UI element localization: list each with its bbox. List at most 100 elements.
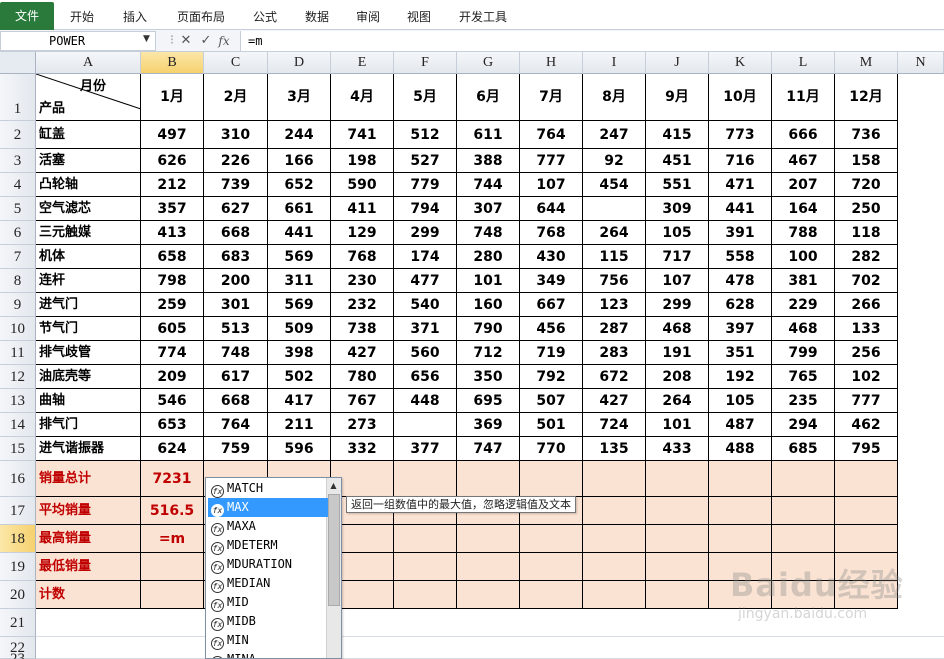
sales-value-cell[interactable]: 605 bbox=[141, 317, 204, 341]
column-header-D[interactable]: D bbox=[268, 52, 331, 74]
autocomplete-item[interactable]: fx MATCH bbox=[208, 479, 328, 498]
sales-value-cell[interactable]: 311 bbox=[268, 269, 331, 293]
sales-value-cell[interactable]: 799 bbox=[772, 341, 835, 365]
sales-value-cell[interactable]: 101 bbox=[457, 269, 520, 293]
sales-value-cell[interactable]: 736 bbox=[835, 121, 898, 149]
sales-value-cell[interactable]: 668 bbox=[204, 221, 268, 245]
tab-3[interactable]: 页面布局 bbox=[168, 0, 234, 30]
summary-empty-cell[interactable] bbox=[835, 525, 898, 553]
column-header-A[interactable]: A bbox=[36, 52, 141, 74]
autocomplete-item[interactable]: fx MIDB bbox=[208, 612, 328, 631]
sales-value-cell[interactable]: 569 bbox=[268, 293, 331, 317]
row-header-20[interactable]: 20 bbox=[0, 581, 36, 609]
sales-value-cell[interactable]: 294 bbox=[772, 413, 835, 437]
summary-label-cell[interactable]: 平均销量 bbox=[36, 497, 141, 525]
sales-value-cell[interactable]: 441 bbox=[709, 197, 772, 221]
sales-value-cell[interactable]: 741 bbox=[331, 121, 394, 149]
sales-value-cell[interactable]: 765 bbox=[772, 365, 835, 389]
tab-7[interactable]: 视图 bbox=[396, 0, 442, 30]
sales-value-cell[interactable]: 273 bbox=[331, 413, 394, 437]
summary-empty-cell[interactable] bbox=[457, 525, 520, 553]
row-header-3[interactable]: 3 bbox=[0, 149, 36, 173]
sales-value-cell[interactable]: 666 bbox=[772, 121, 835, 149]
sales-value-cell[interactable]: 100 bbox=[772, 245, 835, 269]
summary-empty-cell[interactable] bbox=[520, 461, 583, 497]
summary-empty-cell[interactable] bbox=[646, 581, 709, 609]
summary-empty-cell[interactable] bbox=[394, 525, 457, 553]
month-header-cell[interactable]: 11月 bbox=[772, 74, 835, 121]
sales-value-cell[interactable]: 590 bbox=[331, 173, 394, 197]
summary-empty-cell[interactable] bbox=[583, 553, 646, 581]
sales-value-cell[interactable]: 748 bbox=[204, 341, 268, 365]
sales-value-cell[interactable]: 259 bbox=[141, 293, 204, 317]
sales-value-cell[interactable]: 467 bbox=[772, 149, 835, 173]
sales-value-cell[interactable]: 264 bbox=[646, 389, 709, 413]
row-header-19[interactable]: 19 bbox=[0, 553, 36, 581]
sales-value-cell[interactable]: 200 bbox=[204, 269, 268, 293]
insert-function-icon[interactable]: fx bbox=[216, 32, 232, 50]
row-header-6[interactable]: 6 bbox=[0, 221, 36, 245]
sales-value-cell[interactable]: 777 bbox=[835, 389, 898, 413]
sales-value-cell[interactable]: 397 bbox=[709, 317, 772, 341]
column-header-F[interactable]: F bbox=[394, 52, 457, 74]
row-header-21[interactable]: 21 bbox=[0, 609, 36, 637]
summary-value-cell[interactable] bbox=[141, 553, 204, 581]
summary-label-cell[interactable]: 计数 bbox=[36, 581, 141, 609]
sales-value-cell[interactable]: 719 bbox=[520, 341, 583, 365]
tab-0[interactable]: 文件 bbox=[0, 2, 54, 30]
sales-value-cell[interactable]: 92 bbox=[583, 149, 646, 173]
formula-input[interactable]: =m bbox=[240, 31, 944, 51]
autocomplete-item[interactable]: fx MAXA bbox=[208, 517, 328, 536]
summary-empty-cell[interactable] bbox=[457, 553, 520, 581]
sales-value-cell[interactable]: 717 bbox=[646, 245, 709, 269]
sales-value-cell[interactable]: 166 bbox=[268, 149, 331, 173]
sales-value-cell[interactable]: 478 bbox=[709, 269, 772, 293]
sales-value-cell[interactable]: 164 bbox=[772, 197, 835, 221]
sales-value-cell[interactable]: 656 bbox=[394, 365, 457, 389]
row-header-11[interactable]: 11 bbox=[0, 341, 36, 365]
sales-value-cell[interactable]: 764 bbox=[520, 121, 583, 149]
sales-value-cell[interactable]: 123 bbox=[583, 293, 646, 317]
sales-value-cell[interactable]: 135 bbox=[583, 437, 646, 461]
summary-empty-cell[interactable] bbox=[709, 525, 772, 553]
chevron-down-icon[interactable]: ▼ bbox=[143, 34, 150, 44]
cancel-icon[interactable]: ✕ bbox=[178, 32, 194, 50]
column-header-J[interactable]: J bbox=[646, 52, 709, 74]
row-header-9[interactable]: 9 bbox=[0, 293, 36, 317]
product-name-cell[interactable]: 连杆 bbox=[36, 269, 141, 293]
autocomplete-item[interactable]: fx MDETERM bbox=[208, 536, 328, 555]
select-all-corner[interactable] bbox=[0, 52, 36, 74]
summary-empty-cell[interactable] bbox=[709, 497, 772, 525]
sales-value-cell[interactable]: 232 bbox=[331, 293, 394, 317]
month-header-cell[interactable]: 2月 bbox=[204, 74, 268, 121]
sales-value-cell[interactable]: 716 bbox=[709, 149, 772, 173]
month-header-cell[interactable]: 8月 bbox=[583, 74, 646, 121]
sales-value-cell[interactable]: 287 bbox=[583, 317, 646, 341]
sales-value-cell[interactable]: 509 bbox=[268, 317, 331, 341]
sales-value-cell[interactable]: 244 bbox=[268, 121, 331, 149]
sales-value-cell[interactable]: 377 bbox=[394, 437, 457, 461]
summary-label-cell[interactable]: 最高销量 bbox=[36, 525, 141, 553]
product-name-cell[interactable]: 凸轮轴 bbox=[36, 173, 141, 197]
sales-value-cell[interactable]: 229 bbox=[772, 293, 835, 317]
sales-value-cell[interactable]: 497 bbox=[141, 121, 204, 149]
month-header-cell[interactable]: 3月 bbox=[268, 74, 331, 121]
sales-value-cell[interactable]: 411 bbox=[331, 197, 394, 221]
month-header-cell[interactable]: 9月 bbox=[646, 74, 709, 121]
sales-value-cell[interactable]: 661 bbox=[268, 197, 331, 221]
row-header-1[interactable]: 1 bbox=[0, 74, 36, 121]
summary-empty-cell[interactable] bbox=[583, 497, 646, 525]
autocomplete-scrollbar[interactable]: ▲ bbox=[326, 478, 341, 658]
sales-value-cell[interactable]: 309 bbox=[646, 197, 709, 221]
sales-value-cell[interactable]: 794 bbox=[394, 197, 457, 221]
sales-value-cell[interactable]: 788 bbox=[772, 221, 835, 245]
column-header-M[interactable]: M bbox=[835, 52, 898, 74]
column-header-L[interactable]: L bbox=[772, 52, 835, 74]
product-name-cell[interactable]: 曲轴 bbox=[36, 389, 141, 413]
function-autocomplete-list[interactable]: ▲ fx MATCH fx MAX fx MAXA fx MDETERM fx MDURATION… bbox=[205, 477, 342, 659]
sales-value-cell[interactable]: 226 bbox=[204, 149, 268, 173]
sales-value-cell[interactable]: 792 bbox=[520, 365, 583, 389]
sales-value-cell[interactable]: 207 bbox=[772, 173, 835, 197]
row-header-18[interactable]: 18 bbox=[0, 525, 36, 553]
summary-label-cell[interactable]: 最低销量 bbox=[36, 553, 141, 581]
